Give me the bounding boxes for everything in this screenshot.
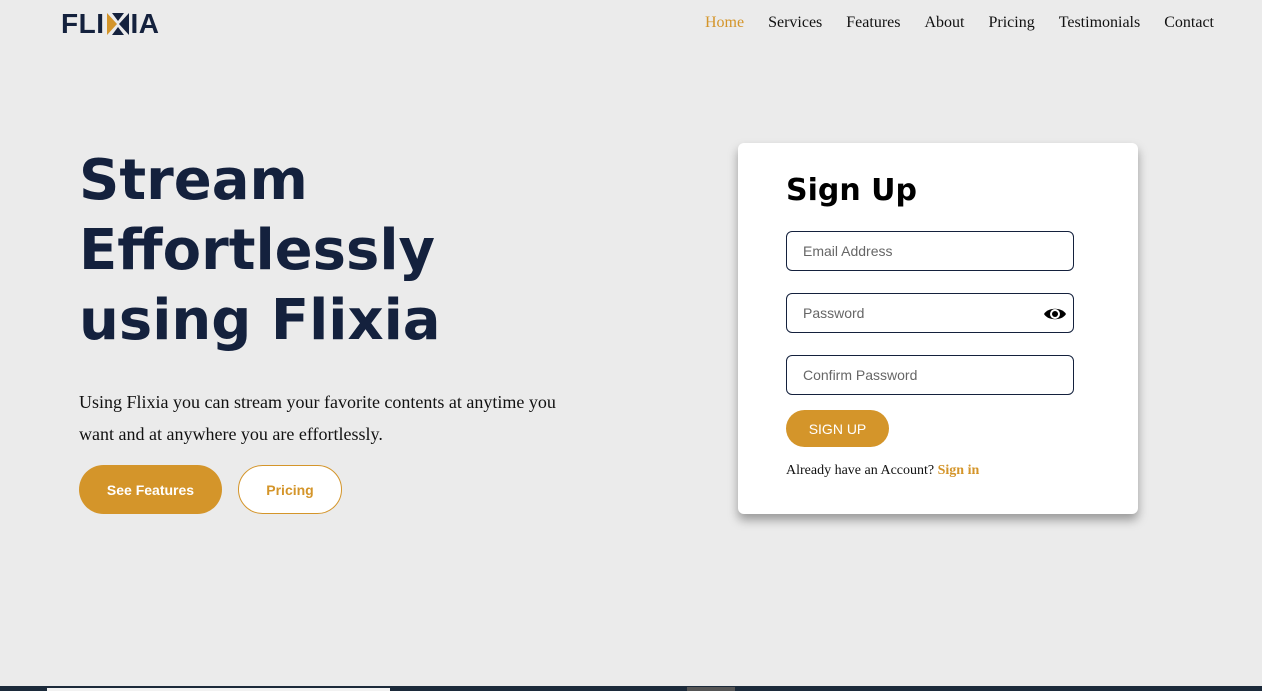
- nav-item-features[interactable]: Features: [846, 14, 900, 32]
- sign-up-button[interactable]: SIGN UP: [786, 410, 889, 447]
- confirm-password-field[interactable]: [787, 356, 1073, 394]
- pricing-button[interactable]: Pricing: [238, 465, 342, 514]
- nav-item-contact[interactable]: Contact: [1164, 14, 1214, 32]
- strip-segment: [687, 687, 735, 691]
- nav-item-home[interactable]: Home: [705, 14, 744, 32]
- password-field-wrapper: [786, 293, 1074, 333]
- logo-x-mark-icon: [106, 13, 129, 35]
- signup-card: Sign Up SIGN UP Already have an Account?…: [738, 143, 1138, 514]
- password-field[interactable]: [787, 294, 1073, 332]
- confirm-password-field-wrapper: [786, 355, 1074, 395]
- hero-title: Stream Effortlessly using Flixia: [79, 146, 599, 356]
- nav-item-testimonials[interactable]: Testimonials: [1059, 14, 1141, 32]
- hero-title-line-1: Stream: [79, 148, 308, 213]
- nav-item-pricing[interactable]: Pricing: [988, 14, 1034, 32]
- site-header: FLI IA Home Services Features About Pric…: [0, 0, 1262, 50]
- account-prompt-text: Already have an Account?: [786, 463, 935, 478]
- eye-icon[interactable]: [1043, 303, 1067, 325]
- nav-item-about[interactable]: About: [924, 14, 964, 32]
- next-section-edge: [0, 686, 1262, 691]
- hero-description: Using Flixia you can stream your favorit…: [79, 392, 556, 444]
- signup-title: Sign Up: [786, 173, 918, 208]
- account-prompt: Already have an Account? Sign in: [786, 463, 979, 479]
- see-features-button[interactable]: See Features: [79, 465, 222, 514]
- email-field[interactable]: [787, 232, 1073, 270]
- logo-text-left: FLI: [61, 8, 105, 39]
- flixia-logo[interactable]: FLI IA: [61, 8, 160, 39]
- hero-title-line-2: Effortlessly: [79, 218, 436, 283]
- logo-text-right: IA: [130, 8, 160, 39]
- main-nav: Home Services Features About Pricing Tes…: [705, 14, 1214, 32]
- nav-item-services[interactable]: Services: [768, 14, 822, 32]
- hero-title-line-3: using Flixia: [79, 288, 441, 353]
- sign-in-link[interactable]: Sign in: [938, 463, 980, 478]
- email-field-wrapper: [786, 231, 1074, 271]
